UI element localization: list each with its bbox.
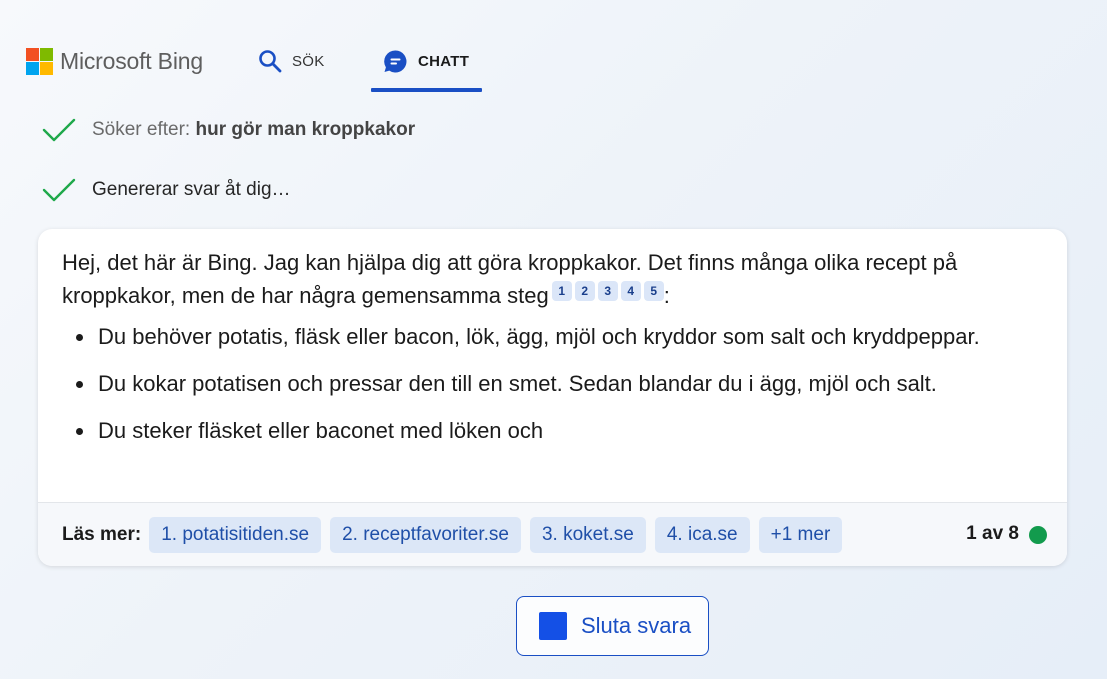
generating-status: Genererar svar åt dig… xyxy=(42,177,291,203)
citation-1[interactable]: 1 xyxy=(551,280,572,301)
answer-intro: Hej, det här är Bing. Jag kan hjälpa dig… xyxy=(62,246,1047,312)
active-tab-indicator xyxy=(371,88,482,92)
answer-intro-text: Hej, det här är Bing. Jag kan hjälpa dig… xyxy=(62,250,958,308)
tab-search[interactable]: SÖK xyxy=(258,46,325,76)
citation-list: 12345 xyxy=(549,280,664,308)
stop-responding-label: Sluta svara xyxy=(581,613,692,638)
turn-counter: 1 av 8 xyxy=(966,523,1019,544)
searching-text: Söker efter: hur gör man kroppkakor xyxy=(92,119,415,141)
search-icon xyxy=(259,50,282,73)
answer-body: Hej, det här är Bing. Jag kan hjälpa dig… xyxy=(62,246,1047,461)
generating-text: Genererar svar åt dig… xyxy=(92,179,291,200)
answer-bullet-list: Du behöver potatis, fläsk eller bacon, l… xyxy=(62,320,1047,447)
searching-status: Söker efter: hur gör man kroppkakor xyxy=(42,117,415,143)
source-link-2[interactable]: 2. receptfavoriter.se xyxy=(330,516,521,553)
stop-icon xyxy=(539,612,567,640)
list-item: Du steker fläsket eller baconet med löke… xyxy=(62,414,1047,447)
header: Microsoft Bing SÖK CHATT xyxy=(0,0,1107,100)
source-link-1[interactable]: 1. potatisitiden.se xyxy=(149,516,322,553)
bing-logo[interactable]: Microsoft Bing xyxy=(26,48,203,75)
checkmark-icon xyxy=(42,118,76,142)
source-link-4[interactable]: 4. ica.se xyxy=(654,516,750,553)
microsoft-logo-icon xyxy=(26,48,53,75)
logo-text: Microsoft Bing xyxy=(60,48,203,74)
citation-4[interactable]: 4 xyxy=(620,280,641,301)
answer-intro-end: : xyxy=(663,283,670,308)
tab-chat-label: CHATT xyxy=(418,52,470,70)
citation-2[interactable]: 2 xyxy=(574,280,595,301)
searching-prefix: Söker efter: xyxy=(92,119,196,140)
answer-card: Hej, det här är Bing. Jag kan hjälpa dig… xyxy=(38,229,1067,566)
list-item: Du kokar potatisen och pressar den till … xyxy=(62,367,1047,400)
citation-3[interactable]: 3 xyxy=(597,280,618,301)
checkmark-icon xyxy=(42,178,76,202)
search-query: hur gör man kroppkakor xyxy=(195,119,416,140)
status-dot xyxy=(1029,526,1047,544)
more-sources-button[interactable]: +1 mer xyxy=(758,516,843,553)
read-more-label: Läs mer: xyxy=(62,523,142,545)
list-item: Du behöver potatis, fläsk eller bacon, l… xyxy=(62,320,1047,353)
tab-chat[interactable]: CHATT xyxy=(383,46,469,76)
chat-icon xyxy=(384,49,407,72)
source-link-3[interactable]: 3. koket.se xyxy=(529,516,646,553)
citation-5[interactable]: 5 xyxy=(643,280,664,301)
sources-footer: Läs mer: 1. potatisitiden.se 2. receptfa… xyxy=(38,502,1067,566)
tab-search-label: SÖK xyxy=(292,52,325,70)
stop-responding-button[interactable]: Sluta svara xyxy=(516,596,709,656)
